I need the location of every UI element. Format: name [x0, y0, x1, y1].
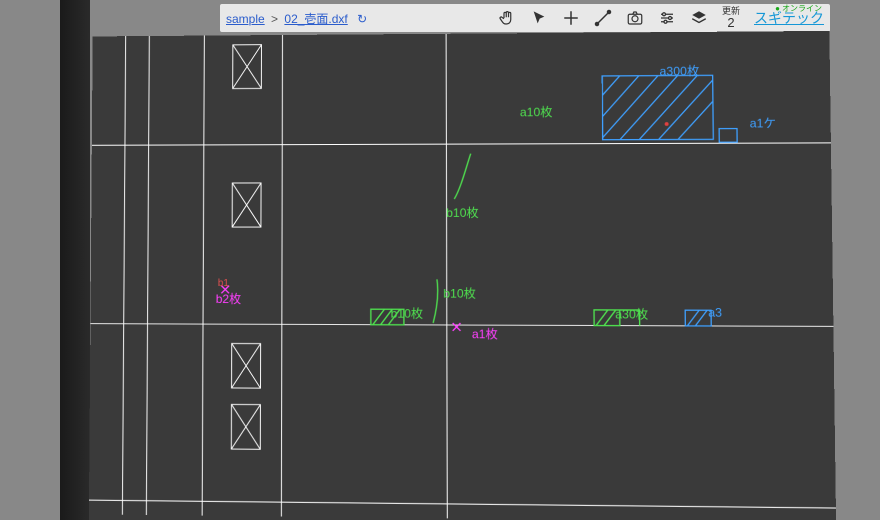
cad-drawing [89, 31, 836, 520]
breadcrumb-file[interactable]: 02_壱面.dxf [284, 12, 347, 26]
pointer-tool-icon[interactable] [526, 6, 552, 30]
breadcrumb-root[interactable]: sample [226, 12, 265, 26]
update-button[interactable]: 更新 2 [718, 7, 744, 29]
update-count: 2 [727, 16, 734, 29]
settings-tool-icon[interactable] [654, 6, 680, 30]
online-status: オンライン [775, 3, 822, 14]
line-tool-icon[interactable] [590, 6, 616, 30]
toolbar: オンライン sample > 02_壱面.dxf ↻ 更新 2 スギテック [220, 4, 830, 32]
breadcrumb: sample > 02_壱面.dxf ↻ [226, 10, 367, 27]
camera-tool-icon[interactable] [622, 6, 648, 30]
crosshair-tool-icon[interactable] [558, 6, 584, 30]
drawing-canvas[interactable]: a300枚 a1ケ a10枚 b10枚 b10枚 b10枚 a30枚 a3 a1… [89, 31, 836, 520]
layers-tool-icon[interactable] [686, 6, 712, 30]
pan-tool-icon[interactable] [494, 6, 520, 30]
refresh-icon[interactable]: ↻ [357, 12, 367, 26]
